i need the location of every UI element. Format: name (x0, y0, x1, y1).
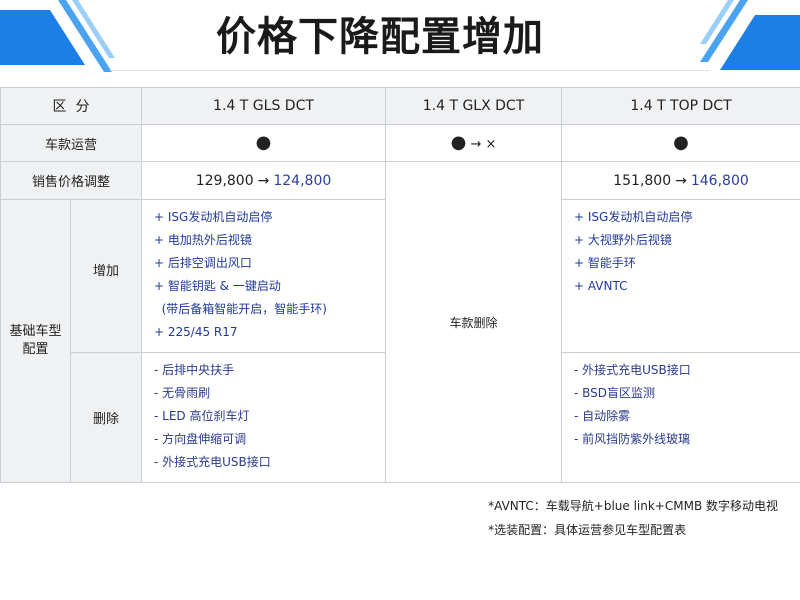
header-row: 区 分 1.4 T GLS DCT 1.4 T GLX DCT 1.4 T TO… (0, 87, 800, 125)
list-item: - 前风挡防紫外线玻璃 (574, 432, 691, 446)
list-item: - 方向盘伸缩可调 (154, 432, 247, 446)
operation-top: ● (561, 124, 800, 162)
spec-comparison-table: 区 分 1.4 T GLS DCT 1.4 T GLX DCT 1.4 T TO… (0, 87, 800, 483)
price-gls: 129,800 → 124,800 (141, 161, 386, 200)
list-item: + ISG发动机自动启停 (574, 210, 693, 224)
old-price: 129,800 (195, 172, 254, 189)
list-item: + 智能手环 (574, 256, 636, 270)
gls-add-cell: + ISG发动机自动启停 + 电加热外后视镜 + 后排空调出风口 + 智能钥匙 … (141, 199, 386, 353)
header-top: 1.4 T TOP DCT (561, 87, 800, 125)
base-config-label: 基础车型 配置 (0, 199, 71, 483)
list-item: + 电加热外后视镜 (154, 233, 252, 247)
old-price: 151,800 (613, 172, 672, 189)
title-divider (110, 70, 710, 71)
top-remove-list: - 外接式充电USB接口 - BSD盲区监测 - 自动除雾 - 前风挡防紫外线玻… (562, 359, 800, 451)
header-label: 区 分 (0, 87, 142, 125)
glx-discontinued: 车款删除 (385, 161, 562, 483)
available-dot: ● (450, 132, 467, 153)
top-remove-cell: - 外接式充电USB接口 - BSD盲区监测 - 自动除雾 - 前风挡防紫外线玻… (561, 352, 800, 483)
price-row: 销售价格调整 129,800 → 124,800 车款删除 151,800 → 146,… (0, 161, 800, 483)
list-item: + 智能钥匙 & 一键启动 (154, 279, 281, 293)
base-config-label-line1: 基础车型 (9, 324, 62, 339)
new-price: 124,800 (273, 172, 332, 189)
remove-label: 删除 (70, 352, 142, 483)
list-item: - LED 高位刹车灯 (154, 409, 250, 423)
list-item: + AVNTC (574, 279, 628, 293)
list-item: - 外接式充电USB接口 (154, 455, 271, 469)
top-add-list: + ISG发动机自动启停 + 大视野外后视镜 + 智能手环 + AVNTC (562, 206, 800, 298)
footnotes: *AVNTC：车载导航+blue link+CMMB 数字移动电视 *选装配置：… (488, 494, 778, 542)
gls-remove-list: - 后排中央扶手 - 无骨雨刷 - LED 高位刹车灯 - 方向盘伸缩可调 - … (142, 359, 385, 474)
arrow-icon: → (257, 172, 270, 189)
footnote-avntc: *AVNTC：车载导航+blue link+CMMB 数字移动电视 (488, 499, 778, 513)
operation-label: 车款运营 (0, 124, 142, 162)
new-price: 146,800 (690, 172, 749, 189)
operation-glx: ● → × (385, 124, 562, 162)
header-gls: 1.4 T GLS DCT (141, 87, 386, 125)
price-label: 销售价格调整 (0, 161, 142, 200)
arrow-icon: → (675, 172, 687, 189)
list-item: - BSD盲区监测 (574, 386, 656, 400)
discontinued-mark: × (485, 137, 497, 152)
list-item: + ISG发动机自动启停 (154, 210, 273, 224)
available-dot: ● (255, 132, 272, 153)
add-label: 增加 (70, 199, 142, 353)
top-add-cell: + ISG发动机自动启停 + 大视野外后视镜 + 智能手环 + AVNTC (561, 199, 800, 353)
list-item: - 无骨雨刷 (154, 386, 211, 400)
gls-remove-cell: - 后排中央扶手 - 无骨雨刷 - LED 高位刹车灯 - 方向盘伸缩可调 - … (141, 352, 386, 483)
list-item: - 外接式充电USB接口 (574, 363, 691, 377)
list-item: + 大视野外后视镜 (574, 233, 672, 247)
list-item: - 后排中央扶手 (154, 363, 235, 377)
footnote-options: *选装配置：具体运营参见车型配置表 (488, 523, 687, 537)
list-item: + 后排空调出风口 (154, 256, 252, 270)
available-dot: ● (673, 132, 689, 153)
arrow-icon: → (470, 137, 482, 152)
base-config-label-line2: 配置 (22, 342, 49, 357)
list-item: (带后备箱智能开启，智能手环) (154, 302, 327, 316)
header-glx: 1.4 T GLX DCT (385, 87, 562, 125)
operation-gls: ● (141, 124, 386, 162)
list-item: + 225/45 R17 (154, 325, 238, 339)
operation-row: 车款运营 ● ● → × ● (0, 124, 800, 162)
page-title: 价格下降配置增加 (216, 14, 544, 60)
list-item: - 自动除雾 (574, 409, 631, 423)
price-top: 151,800 → 146,800 (561, 161, 800, 200)
gls-add-list: + ISG发动机自动启停 + 电加热外后视镜 + 后排空调出风口 + 智能钥匙 … (142, 206, 385, 344)
